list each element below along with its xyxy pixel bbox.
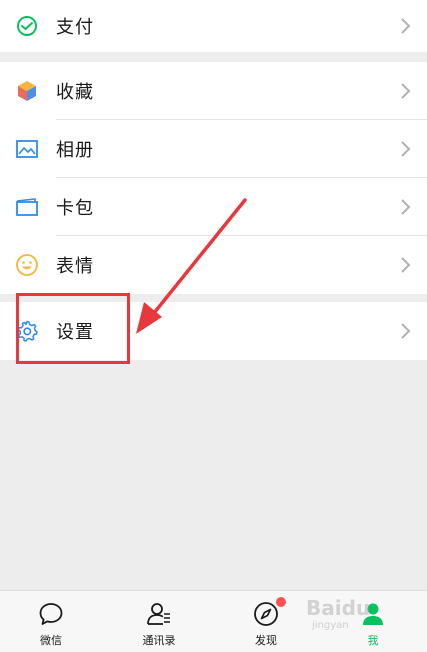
tab-contacts[interactable]: 通讯录 [119, 591, 199, 652]
menu-item-label: 支付 [56, 17, 94, 38]
tab-me[interactable]: 我 [333, 591, 413, 652]
chevron-right-icon [401, 199, 411, 215]
menu-group-settings: 设置 [0, 302, 427, 360]
person-icon [363, 603, 383, 625]
chevron-right-icon [401, 83, 411, 99]
menu-item-pay[interactable]: 支付 [0, 0, 427, 52]
menu-group-main: 收藏 相册 卡包 表情 [0, 62, 427, 294]
chevron-right-icon [401, 323, 411, 339]
discover-badge-dot [276, 597, 286, 607]
bottom-tab-bar: 微信 通讯录 发现 我 [0, 590, 427, 652]
wechat-pay-icon [14, 13, 40, 39]
smiley-icon [14, 252, 40, 278]
menu-item-stickers[interactable]: 表情 [0, 236, 427, 294]
album-picture-icon [14, 136, 40, 162]
chat-bubble-icon [39, 603, 63, 625]
chevron-right-icon [401, 18, 411, 34]
menu-item-label: 表情 [56, 256, 94, 277]
tab-label: 发现 [255, 634, 277, 647]
card-wallet-icon [14, 194, 40, 220]
menu-item-favorites[interactable]: 收藏 [0, 62, 427, 120]
tab-label: 我 [367, 634, 379, 647]
menu-item-label: 收藏 [56, 82, 94, 103]
tab-label: 微信 [40, 634, 62, 647]
menu-item-label: 相册 [56, 140, 94, 161]
menu-item-label: 设置 [56, 322, 94, 343]
chevron-right-icon [401, 141, 411, 157]
menu-item-label: 卡包 [56, 198, 94, 219]
menu-item-album[interactable]: 相册 [0, 120, 427, 178]
chevron-right-icon [401, 257, 411, 273]
menu-item-cards[interactable]: 卡包 [0, 178, 427, 236]
tab-discover[interactable]: 发现 [226, 591, 306, 652]
menu-item-settings[interactable]: 设置 [0, 302, 427, 360]
contacts-icon [147, 603, 170, 625]
menu-group-pay: 支付 [0, 0, 427, 52]
tab-label: 通讯录 [142, 634, 176, 647]
tab-chats[interactable]: 微信 [11, 591, 91, 652]
gear-icon [14, 318, 40, 344]
favorites-cube-icon [14, 78, 40, 104]
